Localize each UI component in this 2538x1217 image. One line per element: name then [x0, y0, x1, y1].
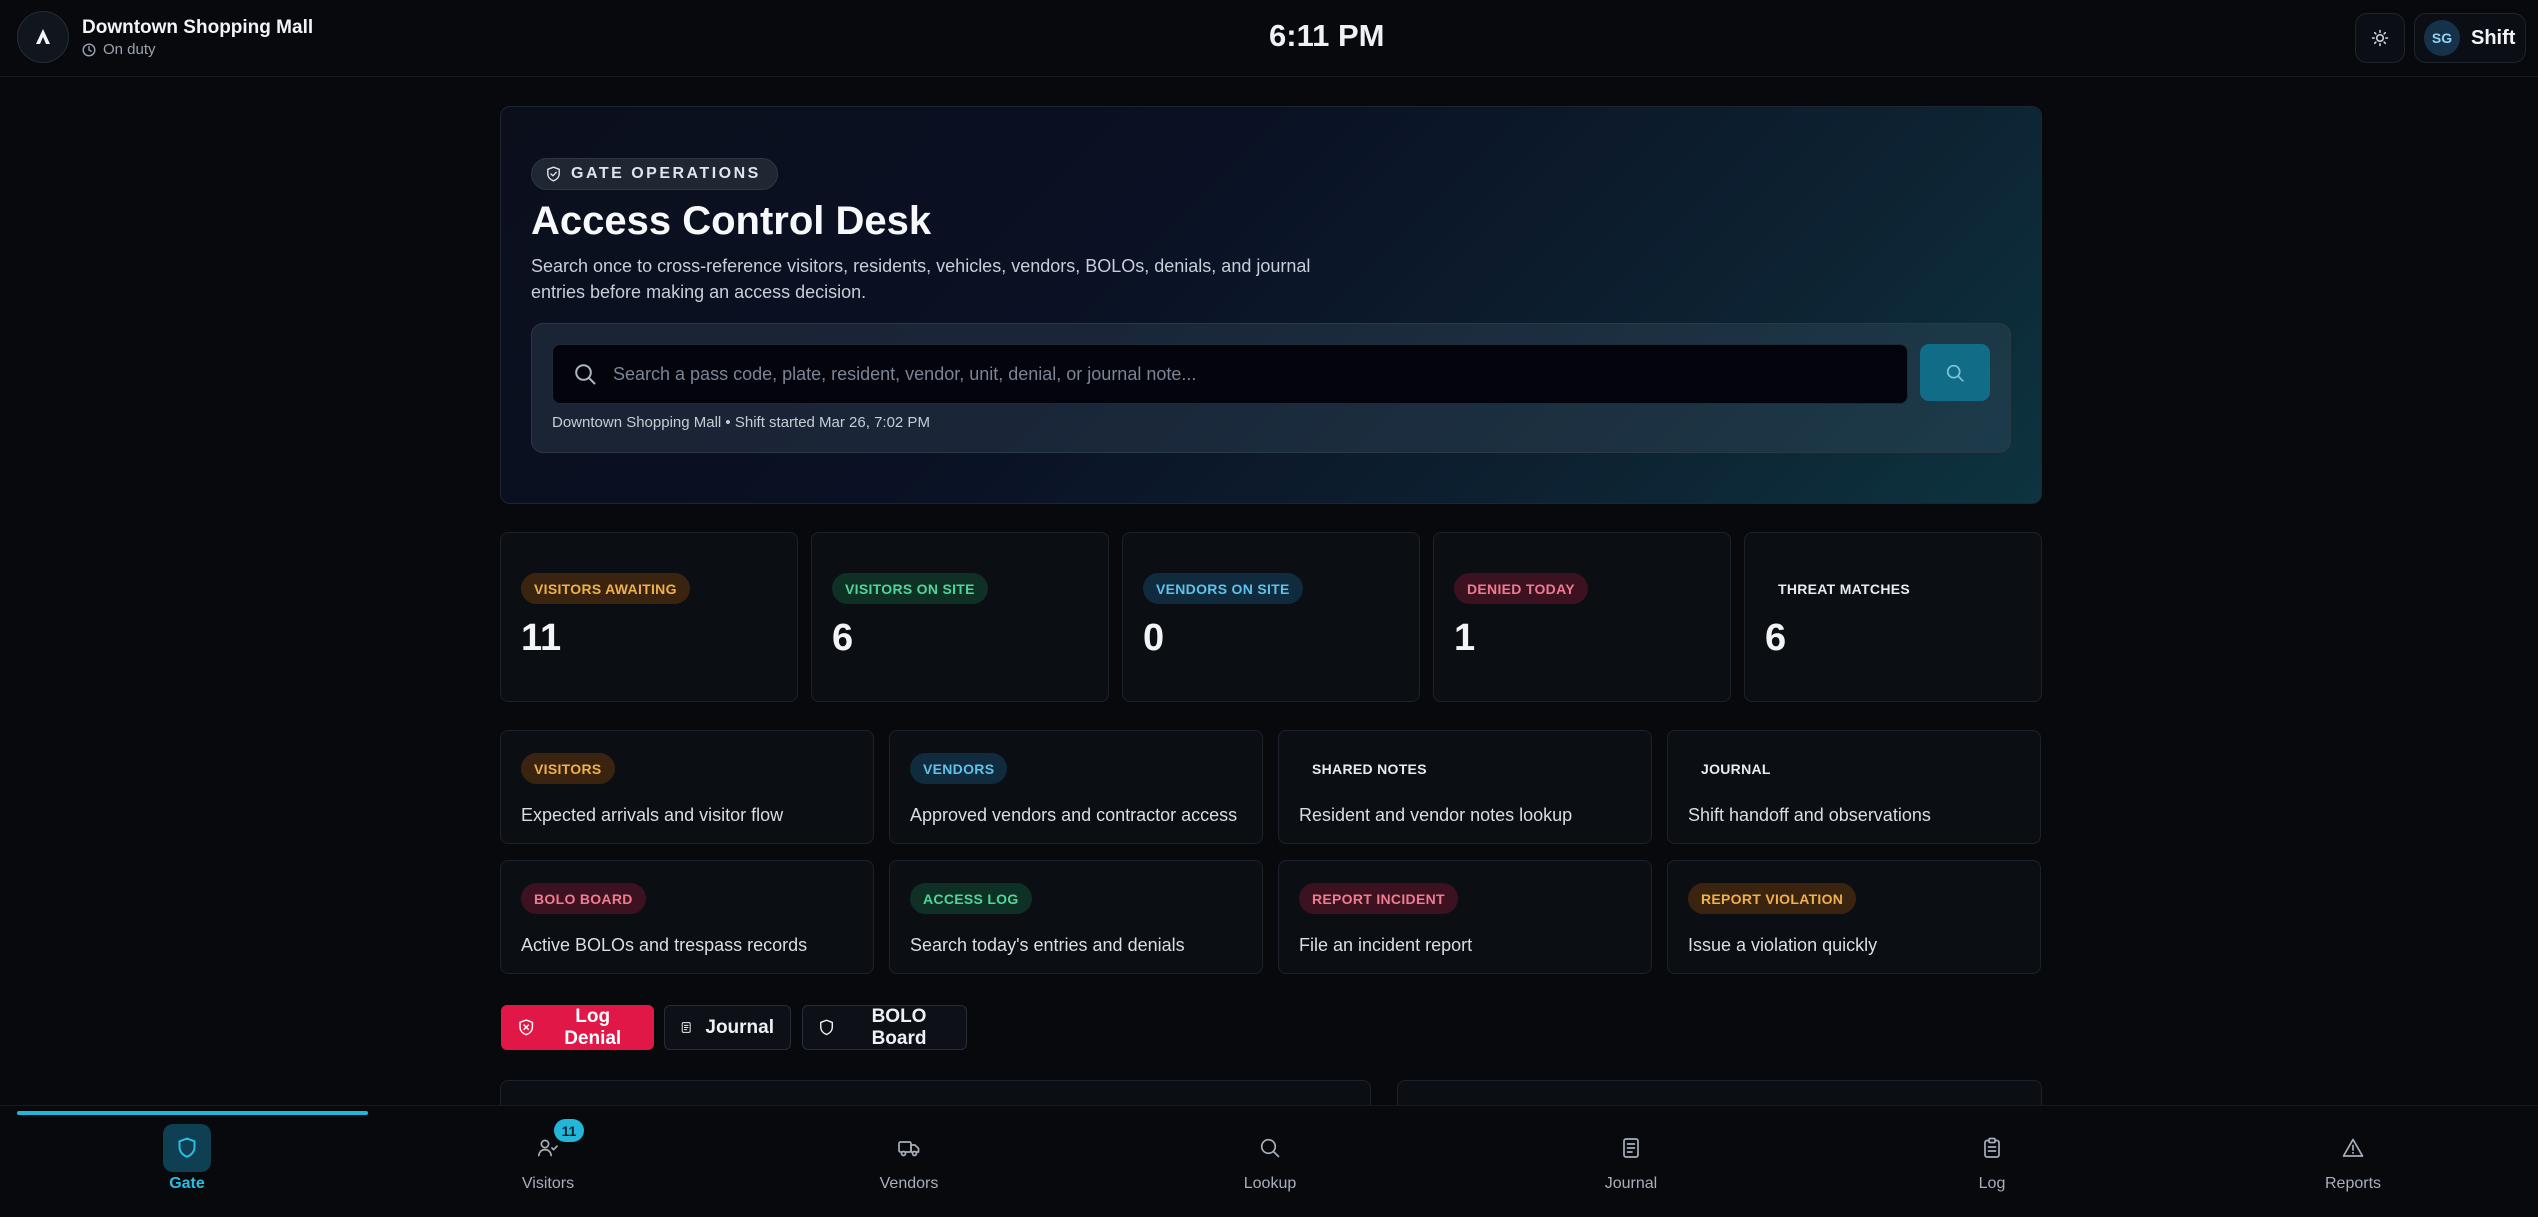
quick-link-desc: File an incident report [1299, 935, 1473, 955]
gate-operations-label: GATE OPERATIONS [571, 165, 761, 182]
truck-icon [898, 1141, 920, 1157]
quick-link-label: SHARED NOTES [1312, 760, 1427, 777]
quick-link-report-violation[interactable]: REPORT VIOLATION Issue a violation quick… [1667, 860, 2041, 974]
stat-value: 11 [521, 617, 562, 659]
stat-label: VENDORS ON SITE [1143, 573, 1303, 604]
site-name: Downtown Shopping Mall [82, 17, 314, 38]
bolo-board-label: BOLO Board [871, 1005, 927, 1049]
page-title: Access Control Desk [531, 199, 932, 243]
sun-icon [2371, 29, 2389, 47]
quick-link-label: REPORT INCIDENT [1299, 883, 1458, 914]
shift-meta: Downtown Shopping Mall • Shift started M… [552, 414, 930, 431]
stat-value: 6 [1765, 617, 1787, 659]
shield-icon [178, 1137, 196, 1158]
duty-status: On duty [82, 41, 156, 58]
log-denial-button[interactable]: Log Denial [501, 1005, 654, 1050]
quick-link-shared-notes[interactable]: SHARED NOTES Resident and vendor notes l… [1278, 730, 1652, 844]
stat-threat-matches[interactable]: THREAT MATCHES 6 [1744, 532, 2042, 702]
stat-visitors-awaiting[interactable]: VISITORS AWAITING 11 [500, 532, 798, 702]
quick-link-journal[interactable]: JOURNAL Shift handoff and observations [1667, 730, 2041, 844]
visitors-count-badge: 11 [554, 1119, 584, 1142]
nav-item-vendors[interactable]: Vendors [829, 1124, 989, 1204]
stat-label: DENIED TODAY [1454, 573, 1588, 604]
quick-link-visitors[interactable]: VISITORS Expected arrivals and visitor f… [500, 730, 874, 844]
quick-link-desc: Active BOLOs and trespass records [521, 935, 808, 955]
quick-link-label: VENDORS [910, 753, 1008, 784]
quick-link-label: BOLO BOARD [521, 883, 646, 914]
quick-link-desc: Approved vendors and contractor access [910, 805, 1238, 825]
theme-toggle-button[interactable] [2355, 13, 2405, 63]
stat-visitors-on-site[interactable]: VISITORS ON SITE 6 [811, 532, 1109, 702]
quick-link-report-incident[interactable]: REPORT INCIDENT File an incident report [1278, 860, 1652, 974]
search-input[interactable] [613, 363, 1893, 385]
stat-value: 0 [1143, 617, 1165, 659]
duty-status-label: On duty [103, 41, 156, 58]
stat-value: 6 [832, 617, 854, 659]
quick-link-label: JOURNAL [1701, 760, 1771, 777]
nav-label: Vendors [879, 1175, 939, 1192]
logo-icon [36, 29, 50, 44]
nav-item-log[interactable]: Log [1912, 1124, 2072, 1204]
nav-label: Journal [1604, 1175, 1658, 1192]
quick-link-desc: Search today's entries and denials [910, 935, 1185, 955]
shield-icon [820, 1019, 833, 1036]
search-icon [1946, 364, 1964, 382]
nav-label: Log [1978, 1175, 2006, 1192]
nav-label: Lookup [1243, 1175, 1297, 1192]
nav-item-journal[interactable]: Journal [1551, 1124, 1711, 1204]
shield-x-icon [519, 1019, 534, 1036]
journal-button[interactable]: Journal [664, 1005, 791, 1050]
quick-link-access-log[interactable]: ACCESS LOG Search today's entries and de… [889, 860, 1263, 974]
alert-triangle-icon [2342, 1138, 2364, 1157]
page-description: Search once to cross-reference visitors,… [531, 256, 1311, 302]
quick-link-label: VISITORS [521, 753, 615, 784]
quick-link-label: REPORT VIOLATION [1688, 883, 1857, 914]
search-box[interactable] [552, 344, 1908, 404]
quick-link-desc: Expected arrivals and visitor flow [521, 805, 784, 825]
search-icon [1260, 1138, 1280, 1158]
nav-item-reports[interactable]: Reports [2273, 1124, 2433, 1204]
top-bar: Downtown Shopping Mall On duty 6:11 PM S… [0, 0, 2538, 77]
stat-label: THREAT MATCHES [1778, 580, 1911, 597]
users-icon [537, 1139, 558, 1157]
current-time: 6:11 PM [1269, 18, 1385, 53]
stat-denied-today[interactable]: DENIED TODAY 1 [1433, 532, 1731, 702]
search-submit-button[interactable] [1920, 344, 1990, 401]
stat-label: VISITORS ON SITE [832, 573, 988, 604]
quick-link-desc: Resident and vendor notes lookup [1299, 805, 1573, 825]
quick-link-label: ACCESS LOG [910, 883, 1032, 914]
nav-label: Reports [2324, 1175, 2382, 1192]
app-logo[interactable] [17, 11, 69, 63]
stat-vendors-on-site[interactable]: VENDORS ON SITE 0 [1122, 532, 1420, 702]
journal-label: Journal [705, 1016, 774, 1038]
bottom-nav: Gate 11 Visitors Vendors Lookup Journal … [0, 1105, 2538, 1217]
gate-operations-hero: GATE OPERATIONS Access Control Desk Sear… [500, 106, 2042, 504]
nav-item-gate[interactable]: Gate [107, 1124, 267, 1204]
shield-check-icon [547, 166, 560, 182]
quick-link-desc: Shift handoff and observations [1688, 805, 1931, 825]
log-denial-label: Log Denial [564, 1005, 622, 1049]
quick-link-bolo-board[interactable]: BOLO BOARD Active BOLOs and trespass rec… [500, 860, 874, 974]
shift-label: Shift [2471, 26, 2516, 49]
nav-label: Visitors [521, 1175, 575, 1192]
bolo-board-button[interactable]: BOLO Board [802, 1005, 967, 1050]
nav-progress-bar [17, 1111, 368, 1115]
nav-label: Gate [169, 1175, 205, 1192]
search-icon [575, 364, 596, 385]
nav-item-lookup[interactable]: Lookup [1190, 1124, 1350, 1204]
quick-link-vendors[interactable]: VENDORS Approved vendors and contractor … [889, 730, 1263, 844]
notebook-icon [1623, 1138, 1639, 1158]
gate-operations-badge: GATE OPERATIONS [531, 158, 778, 190]
nav-item-visitors[interactable]: 11 Visitors [468, 1119, 628, 1204]
clipboard-icon [1984, 1137, 2000, 1158]
stat-value: 1 [1454, 617, 1476, 659]
user-avatar: SG [2424, 20, 2460, 56]
quick-link-desc: Issue a violation quickly [1688, 935, 1878, 955]
stat-label: VISITORS AWAITING [521, 573, 690, 604]
clock-icon [82, 42, 96, 57]
shift-menu-button[interactable]: SG Shift [2414, 13, 2526, 63]
search-panel: Downtown Shopping Mall • Shift started M… [531, 323, 2011, 453]
notebook-icon [681, 1022, 691, 1033]
